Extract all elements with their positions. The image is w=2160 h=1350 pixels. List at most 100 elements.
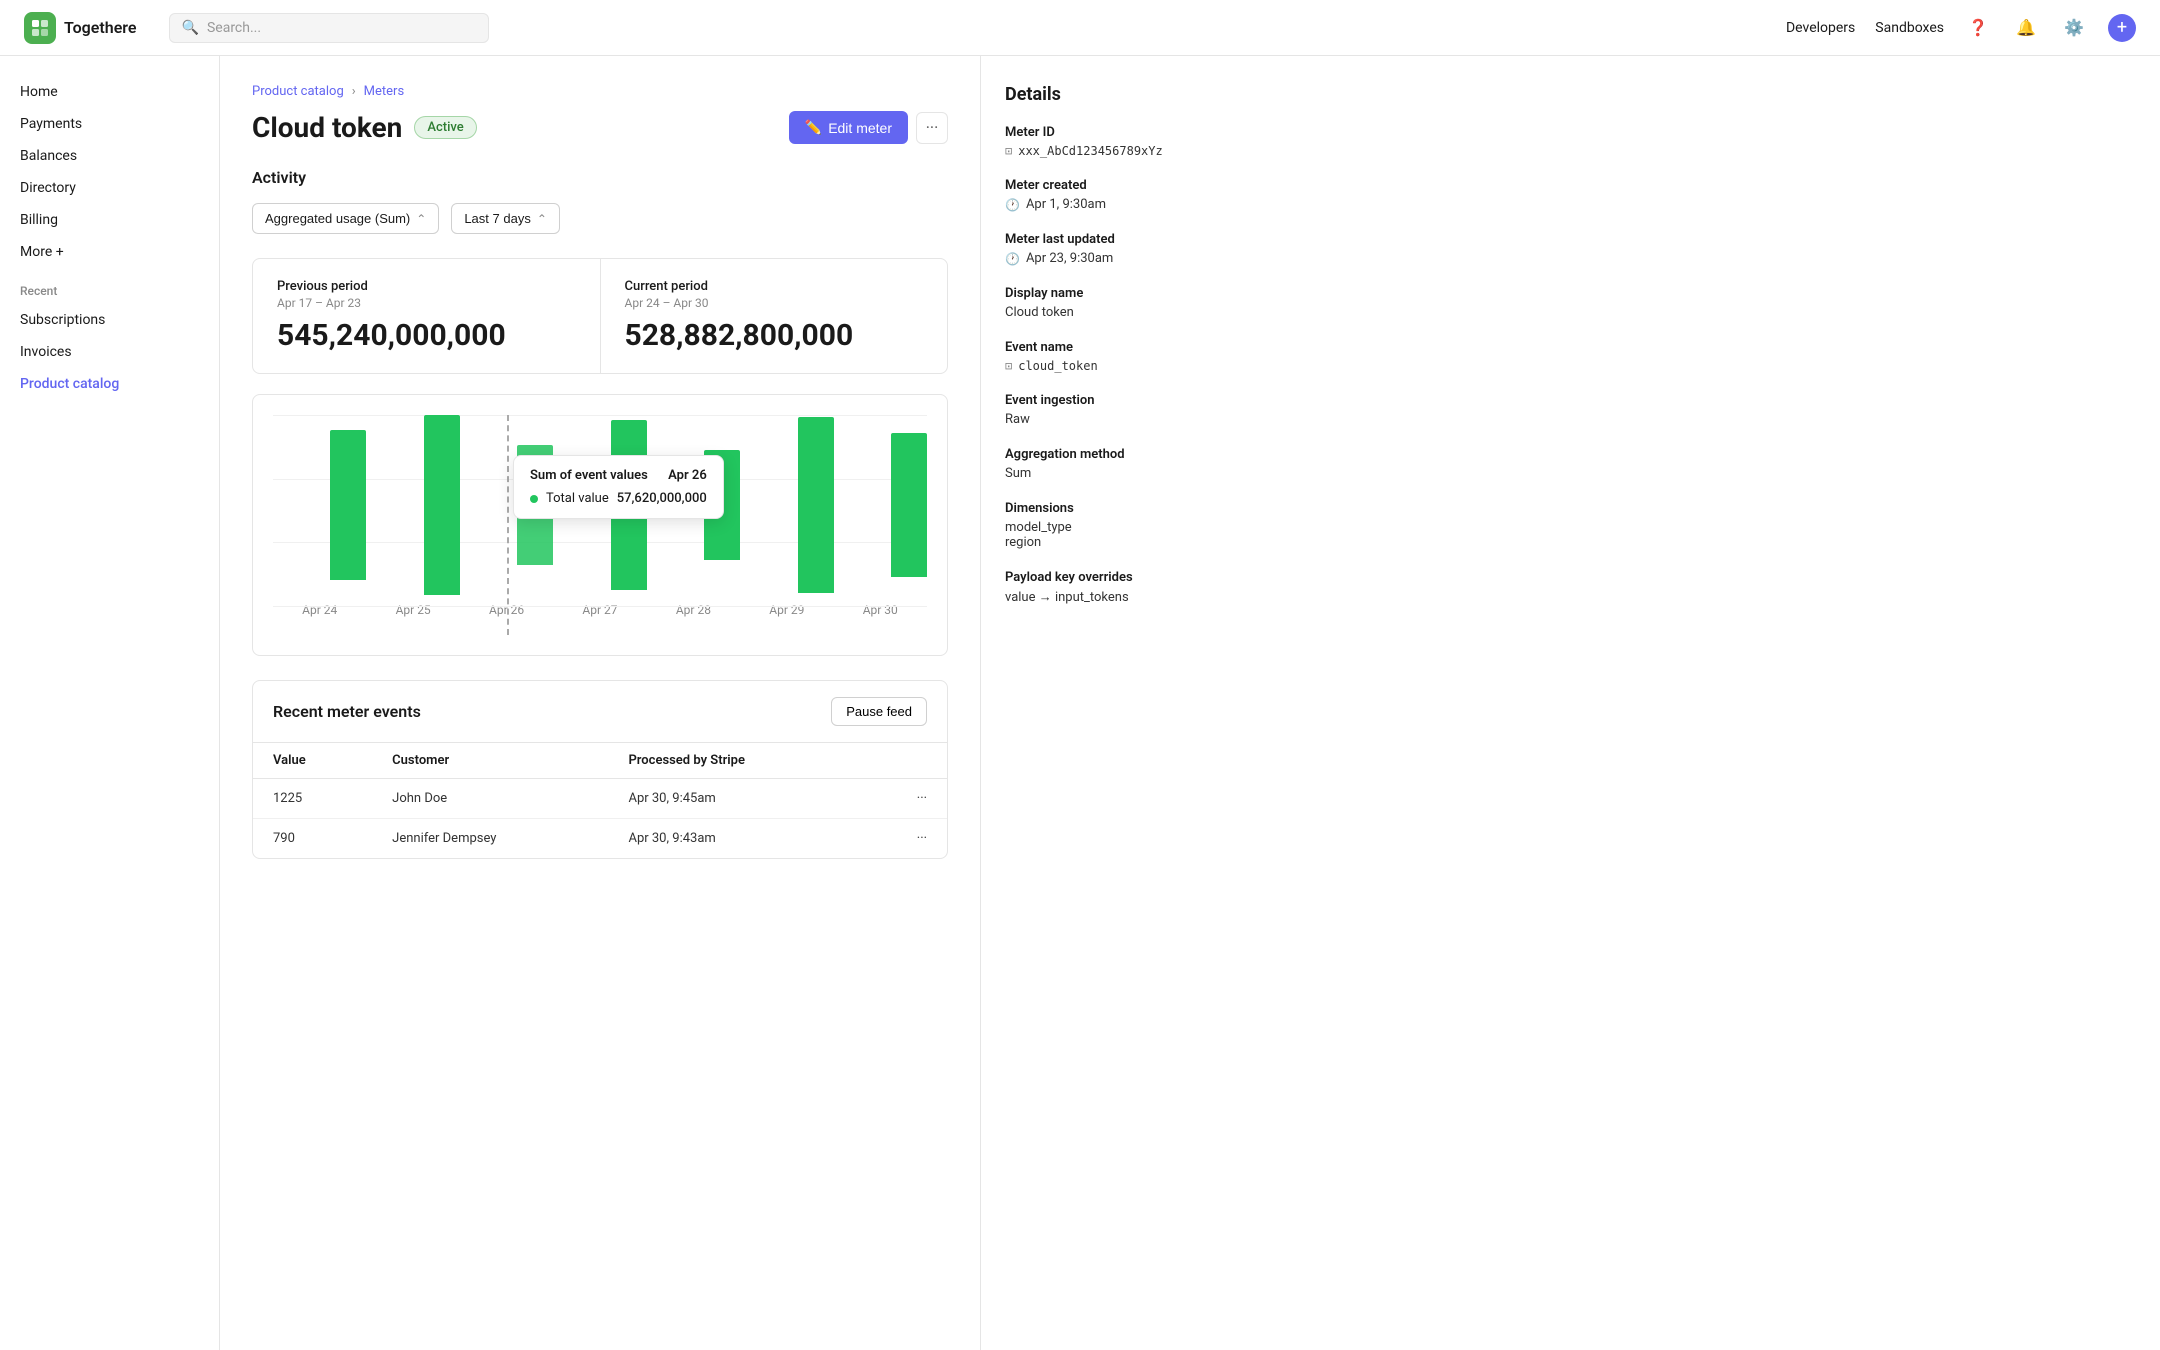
sidebar-item-more[interactable]: More + [0, 236, 219, 268]
controls-row: Aggregated usage (Sum) ⌃ Last 7 days ⌃ [252, 203, 948, 234]
add-button[interactable]: + [2108, 14, 2136, 42]
chart-bar[interactable] [891, 433, 927, 577]
sidebar-item-subscriptions[interactable]: Subscriptions [0, 304, 219, 336]
dimensions-label: Dimensions [1005, 501, 1276, 516]
row-more-button[interactable]: ··· [865, 819, 947, 859]
edit-meter-label: Edit meter [828, 120, 892, 136]
chart-x-axis: Apr 24Apr 25Apr 26Apr 27Apr 28Apr 29Apr … [273, 603, 927, 617]
chevron-down-icon: ⌃ [416, 212, 426, 226]
chart-container: Sum of event values Apr 26 Total value 5… [273, 415, 927, 635]
stats-row: Previous period Apr 17 – Apr 23 545,240,… [252, 258, 948, 374]
event-processed: Apr 30, 9:45am [608, 779, 864, 819]
sidebar-item-payments[interactable]: Payments [0, 108, 219, 140]
code-icon: ⊡ [1005, 359, 1012, 373]
more-options-button[interactable]: ··· [916, 112, 948, 144]
payload-key-overrides-label: Payload key overrides [1005, 570, 1276, 585]
aggregation-dropdown[interactable]: Aggregated usage (Sum) ⌃ [252, 203, 439, 234]
activity-chart: Sum of event values Apr 26 Total value 5… [252, 394, 948, 656]
meter-id-label: Meter ID [1005, 125, 1276, 140]
previous-period-value: 545,240,000,000 [277, 318, 576, 353]
meter-created-value: 🕐 Apr 1, 9:30am [1005, 197, 1276, 212]
chart-bar-group[interactable] [834, 415, 927, 595]
chart-bar-group[interactable] [273, 415, 366, 595]
edit-meter-button[interactable]: ✏️ Edit meter [789, 111, 908, 144]
tooltip-header: Sum of event values Apr 26 [530, 468, 707, 483]
main-layout: Home Payments Balances Directory Billing… [0, 56, 2160, 1350]
settings-icon[interactable]: ⚙️ [2060, 14, 2088, 42]
sidebar-item-label: Payments [20, 116, 82, 132]
chart-x-label: Apr 26 [460, 603, 553, 617]
sidebar-item-label: Billing [20, 212, 58, 228]
meter-id-value: ⊡ xxx_AbCd123456789xYz [1005, 144, 1276, 158]
current-period-stat: Current period Apr 24 – Apr 30 528,882,8… [600, 259, 948, 373]
dimensions-value-0: model_type [1005, 520, 1276, 535]
clock-icon: 🕐 [1005, 198, 1020, 212]
sidebar-item-billing[interactable]: Billing [0, 204, 219, 236]
event-ingestion-label: Event ingestion [1005, 393, 1276, 408]
meter-last-updated-text: Apr 23, 9:30am [1026, 251, 1113, 266]
chart-bar-group[interactable] [366, 415, 459, 595]
chart-x-label: Apr 27 [553, 603, 646, 617]
sidebar-item-home[interactable]: Home [0, 76, 219, 108]
event-processed: Apr 30, 9:43am [608, 819, 864, 859]
details-panel: Details Meter ID ⊡ xxx_AbCd123456789xYz … [980, 56, 1300, 1350]
chart-bar-group[interactable] [740, 415, 833, 595]
payload-key-overrides-value: value → input_tokens [1005, 589, 1276, 605]
events-section: Recent meter events Pause feed Value Cus… [252, 680, 948, 859]
meter-id-text: xxx_AbCd123456789xYz [1018, 144, 1163, 158]
tooltip-dot-icon [530, 495, 538, 503]
edit-icon: ✏️ [805, 119, 822, 136]
sidebar-item-label: Balances [20, 148, 77, 164]
chart-tooltip: Sum of event values Apr 26 Total value 5… [513, 455, 724, 519]
app-header: Togethere 🔍 Search... Developers Sandbox… [0, 0, 2160, 56]
sandboxes-link[interactable]: Sandboxes [1875, 20, 1944, 36]
chart-bar[interactable] [798, 417, 834, 593]
col-actions [865, 743, 947, 779]
events-table: Value Customer Processed by Stripe 1225 … [253, 743, 947, 858]
aggregation-label: Aggregated usage (Sum) [265, 211, 410, 226]
sidebar-item-directory[interactable]: Directory [0, 172, 219, 204]
chart-bar[interactable] [424, 415, 460, 595]
logo-area[interactable]: Togethere [24, 12, 137, 44]
previous-period-stat: Previous period Apr 17 – Apr 23 545,240,… [253, 259, 600, 373]
event-value: 790 [253, 819, 372, 859]
search-bar[interactable]: 🔍 Search... [169, 13, 489, 43]
pause-feed-button[interactable]: Pause feed [831, 697, 927, 726]
sidebar-item-label: More + [20, 244, 64, 260]
events-table-body: 1225 John Doe Apr 30, 9:45am ··· 790 Jen… [253, 779, 947, 859]
timerange-label: Last 7 days [464, 211, 531, 226]
search-placeholder: Search... [207, 20, 261, 36]
display-name-value: Cloud token [1005, 305, 1276, 320]
sidebar-item-product-catalog[interactable]: Product catalog [0, 368, 219, 400]
tooltip-title: Sum of event values [530, 468, 648, 483]
row-more-button[interactable]: ··· [865, 779, 947, 819]
tooltip-row: Total value 57,620,000,000 [530, 491, 707, 506]
header-right: Developers Sandboxes ❓ 🔔 ⚙️ + [1786, 14, 2136, 42]
timerange-dropdown[interactable]: Last 7 days ⌃ [451, 203, 560, 234]
chart-bar[interactable] [330, 430, 366, 580]
meter-created-label: Meter created [1005, 178, 1276, 193]
meter-id-group: Meter ID ⊡ xxx_AbCd123456789xYz [1005, 125, 1276, 158]
notifications-icon[interactable]: 🔔 [2012, 14, 2040, 42]
table-row: 790 Jennifer Dempsey Apr 30, 9:43am ··· [253, 819, 947, 859]
chart-x-label: Apr 24 [273, 603, 366, 617]
sidebar-item-invoices[interactable]: Invoices [0, 336, 219, 368]
breadcrumb-meters[interactable]: Meters [364, 84, 405, 99]
event-name-group: Event name ⊡ cloud_token [1005, 340, 1276, 373]
details-title: Details [1005, 84, 1276, 105]
col-value: Value [253, 743, 372, 779]
help-icon[interactable]: ❓ [1964, 14, 1992, 42]
current-period-value: 528,882,800,000 [625, 318, 924, 353]
sidebar-item-balances[interactable]: Balances [0, 140, 219, 172]
developers-link[interactable]: Developers [1786, 20, 1855, 36]
chart-x-label: Apr 30 [834, 603, 927, 617]
chart-x-label: Apr 28 [647, 603, 740, 617]
search-icon: 🔍 [182, 20, 199, 36]
col-processed: Processed by Stripe [608, 743, 864, 779]
display-name-label: Display name [1005, 286, 1276, 301]
breadcrumb-product-catalog[interactable]: Product catalog [252, 84, 344, 99]
dimensions-value-1: region [1005, 535, 1276, 550]
sidebar-item-label: Directory [20, 180, 76, 196]
meter-created-group: Meter created 🕐 Apr 1, 9:30am [1005, 178, 1276, 212]
clock-icon: 🕐 [1005, 252, 1020, 266]
